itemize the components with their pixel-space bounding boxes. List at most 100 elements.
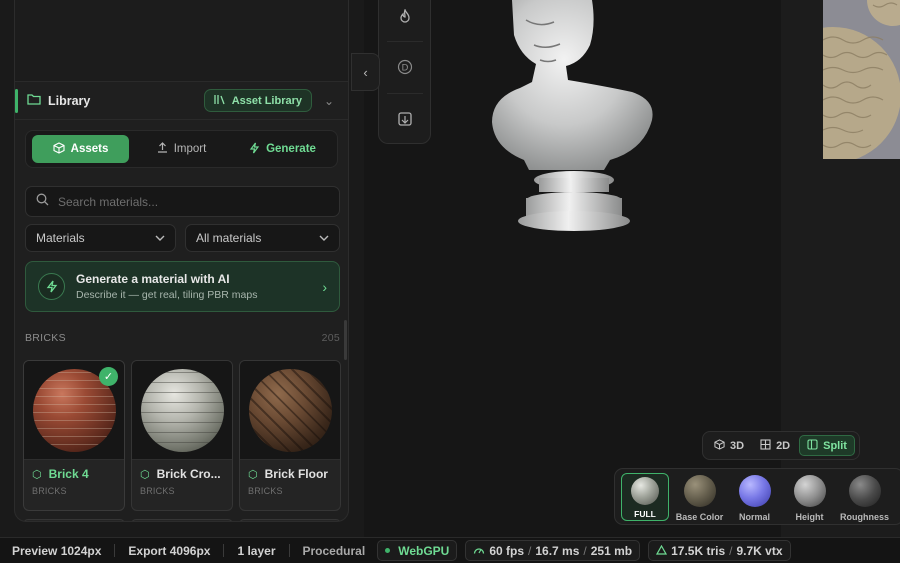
ai-card-subtitle: Describe it — get real, tiling PBR maps [76, 289, 258, 301]
tab-assets-label: Assets [70, 143, 109, 155]
tab-import-label: Import [173, 143, 207, 155]
material-card[interactable] [239, 519, 341, 521]
channel-base-color-label: Base Color [675, 512, 724, 522]
upload-icon [157, 142, 168, 156]
channel-normal-label: Normal [738, 512, 770, 522]
channel-preview-ball [848, 475, 881, 507]
svg-text:D: D [402, 64, 409, 74]
type-select[interactable]: Materials [25, 224, 176, 252]
material-meta: ⬡ Brick 4 BRICKS [24, 460, 124, 503]
channel-base-color[interactable]: Base Color [675, 473, 724, 522]
panel-top-area [15, 0, 348, 82]
grid-icon [760, 438, 771, 453]
material-name: ⬡ Brick Floor [248, 467, 332, 481]
tab-assets[interactable]: Assets [32, 135, 129, 163]
folder-icon [27, 93, 41, 108]
view-mode-switch: 3D 2D Split [702, 431, 860, 460]
channel-height-label: Height [795, 512, 824, 522]
asset-library-label: Asset Library [231, 94, 302, 107]
generate-ai-card[interactable]: Generate a material with AI Describe it … [25, 261, 340, 312]
scrollbar[interactable] [344, 320, 347, 360]
material-category: BRICKS [248, 486, 283, 496]
section-count: 205 [321, 332, 340, 344]
channel-preview-ball [793, 475, 826, 507]
material-meta: ⬡ Brick Cro... BRICKS [132, 460, 232, 503]
view-mode-split-label: Split [823, 439, 847, 452]
channel-roughness[interactable]: Roughness [840, 473, 889, 522]
check-icon: ✓ [99, 367, 118, 386]
bolt-icon [38, 273, 65, 300]
material-category: BRICKS [140, 486, 175, 496]
status-divider [223, 544, 225, 557]
library-title-label: Library [48, 93, 91, 108]
view-mode-split[interactable]: Split [799, 435, 855, 456]
material-card[interactable]: ✓ ⬡ Brick 4 BRICKS [23, 360, 125, 511]
status-geometry-pill: 17.5K tris / 9.7K vtx [648, 540, 791, 561]
filter-select[interactable]: All materials [185, 224, 340, 252]
material-card[interactable]: ⬡ Brick Floor BRICKS [239, 360, 341, 511]
gauge-icon [473, 544, 485, 558]
marble-bust-model[interactable] [484, 0, 664, 235]
cube-icon [53, 141, 65, 157]
cube-icon: ⬡ [248, 468, 258, 481]
status-export[interactable]: Export 4096px [128, 544, 210, 558]
library-tabs: Assets Import Generate [25, 130, 338, 168]
section-label: BRICKS [25, 332, 66, 344]
channel-full[interactable]: FULL [621, 473, 669, 521]
tab-import[interactable]: Import [133, 135, 230, 163]
channel-preview-ball [683, 475, 716, 507]
material-thumbnail: ✓ [24, 361, 124, 460]
status-preview[interactable]: Preview 1024px [12, 544, 101, 558]
tab-generate[interactable]: Generate [234, 135, 331, 163]
status-bar: Preview 1024px Export 4096px 1 layer Pro… [0, 537, 900, 563]
material-card[interactable]: ⬡ Brick Cro... BRICKS [131, 360, 233, 511]
ai-card-text: Generate a material with AI Describe it … [76, 272, 257, 301]
books-icon [214, 94, 226, 108]
material-name-label: Brick 4 [48, 467, 89, 481]
coin-icon[interactable]: D [393, 55, 417, 79]
status-divider [114, 544, 116, 557]
status-slash: / [528, 543, 532, 558]
material-meta: ⬡ Brick Floor BRICKS [240, 460, 340, 503]
view-mode-3d[interactable]: 3D [707, 435, 751, 456]
app-root: D ‹ Library Asset Library ⌄ Assets Impor… [0, 0, 900, 563]
toolbar-divider [387, 41, 423, 42]
active-indicator [15, 89, 18, 113]
status-mem: 251 mb [590, 543, 633, 558]
chevron-down-icon [155, 233, 165, 244]
ai-card-title: Generate a material with AI [76, 272, 230, 286]
status-mode: Procedural [302, 543, 366, 558]
cube-icon: ⬡ [140, 468, 150, 481]
channel-normal[interactable]: Normal [730, 473, 779, 522]
view-mode-2d[interactable]: 2D [753, 435, 797, 456]
material-thumbnail [240, 361, 340, 460]
material-name: ⬡ Brick Cro... [140, 467, 224, 481]
status-layers: 1 layer [237, 543, 276, 558]
view-mode-2d-label: 2D [776, 439, 791, 452]
asset-library-button[interactable]: Asset Library [203, 89, 312, 112]
channel-preview-ball [738, 475, 771, 507]
cube-icon [714, 438, 725, 453]
collapse-panel-button[interactable]: ‹ [351, 53, 380, 91]
channel-full-label: FULL [634, 509, 656, 519]
flame-icon[interactable] [393, 5, 417, 29]
chevron-down-icon[interactable]: ⌄ [322, 94, 336, 108]
search-input[interactable] [58, 194, 318, 209]
status-divider [288, 544, 290, 557]
material-card[interactable] [23, 519, 125, 521]
status-slash: / [729, 543, 733, 558]
search-box [25, 186, 340, 217]
image-export-icon[interactable] [393, 107, 417, 131]
material-card[interactable] [131, 519, 233, 521]
search-icon [36, 193, 49, 211]
channel-selector: FULL Base Color Normal Height Roughness [614, 468, 900, 525]
library-title[interactable]: Library [27, 93, 90, 108]
status-dot-icon [385, 548, 391, 553]
material-sphere [140, 368, 224, 452]
status-tris: 17.5K tris [671, 543, 726, 558]
tab-generate-label: Generate [266, 143, 316, 155]
type-select-value: Materials [36, 231, 85, 245]
status-fps: 60 fps [489, 543, 525, 558]
channel-height[interactable]: Height [785, 473, 834, 522]
status-backend-pill: WebGPU [377, 540, 458, 561]
